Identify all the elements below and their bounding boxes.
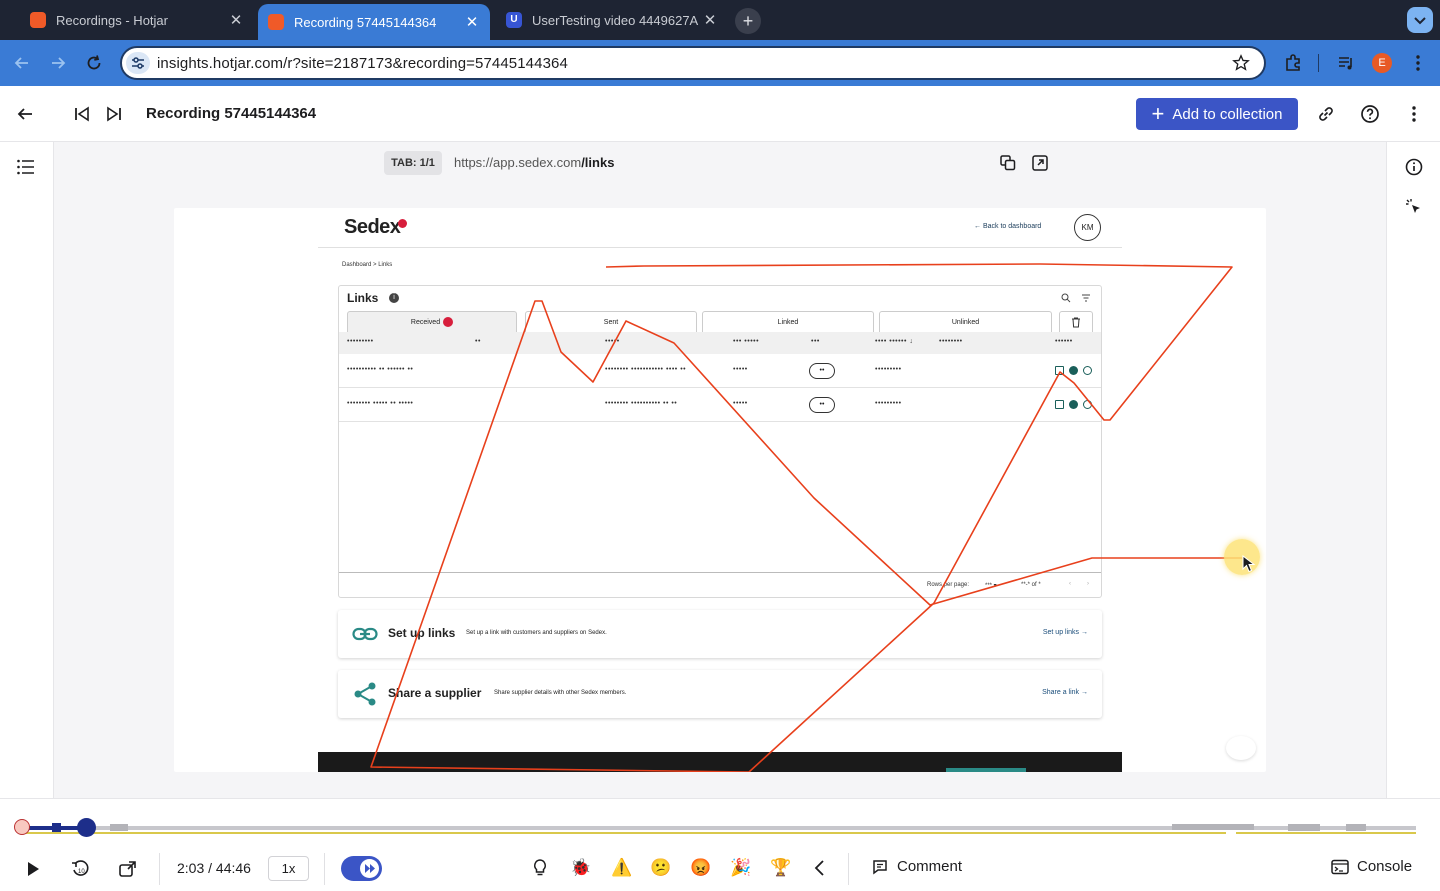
console-icon (1331, 859, 1349, 874)
right-sidebar (1386, 142, 1440, 798)
playback-time: 2:03 / 44:46 (177, 860, 251, 876)
page-title: Recording 57445144364 (146, 105, 317, 122)
recording-viewport: Sedex ← Back to dashboard KM Dashboard >… (174, 208, 1266, 772)
left-sidebar (0, 142, 54, 798)
svg-text:10: 10 (78, 869, 85, 875)
inactivity-track (1236, 832, 1416, 834)
divider (159, 853, 160, 885)
star-icon[interactable] (1232, 54, 1250, 72)
media-control-icon[interactable] (1336, 53, 1356, 73)
previous-recording-icon[interactable] (73, 106, 91, 122)
copy-icon[interactable] (999, 154, 1017, 172)
info-icon[interactable] (1405, 158, 1423, 176)
warning-icon[interactable]: ⚠️ (611, 858, 632, 878)
recorded-page-url: https://app.sedex.com/links (454, 155, 614, 170)
bug-icon[interactable]: 🐞 (570, 858, 591, 878)
event-marker[interactable] (52, 823, 61, 832)
toolbar-divider (1318, 54, 1319, 72)
tab-title: Recording 57445144364 (294, 14, 437, 30)
tab-search-button[interactable] (1407, 7, 1433, 33)
console-label: Console (1357, 858, 1413, 875)
forward-arrow-icon[interactable] (48, 53, 68, 73)
browser-tab-strip: Recordings - Hotjar ✕ Recording 57445144… (0, 0, 1440, 40)
console-button[interactable]: Console (1331, 858, 1412, 875)
add-to-collection-label: Add to collection (1172, 105, 1283, 123)
skip-inactivity-icon[interactable] (118, 859, 138, 879)
tab-title: UserTesting video 4449627A (532, 12, 699, 28)
usertesting-icon: U (506, 12, 522, 28)
url-prefix: https://app.sedex.com (454, 155, 582, 170)
skip-back-10-icon[interactable]: 10 (71, 859, 91, 879)
more-options-icon[interactable] (1404, 104, 1424, 124)
activity-segment (1346, 824, 1366, 831)
divider (324, 853, 325, 885)
comment-icon (873, 859, 887, 874)
inactivity-track (22, 832, 1226, 834)
play-icon[interactable] (24, 860, 42, 878)
lightbulb-icon[interactable] (531, 858, 549, 878)
scroll-indicator (1226, 736, 1256, 760)
url-text: insights.hotjar.com/r?site=2187173&recor… (157, 55, 568, 72)
mouse-cursor-icon (1242, 555, 1256, 573)
close-icon[interactable]: ✕ (228, 11, 244, 29)
site-settings-icon[interactable] (126, 52, 150, 74)
comment-label: Comment (897, 858, 963, 875)
recording-stage: TAB: 1/1 https://app.sedex.com/links Sed… (54, 142, 1386, 798)
kebab-menu-icon[interactable] (1408, 53, 1428, 73)
hotjar-icon (268, 14, 284, 30)
add-to-collection-button[interactable]: + Add to collection (1136, 98, 1298, 130)
url-path: /links (581, 155, 615, 170)
close-icon[interactable]: ✕ (702, 11, 718, 29)
skip-inactivity-toggle[interactable] (341, 856, 382, 881)
party-popper-icon[interactable]: 🎉 (730, 858, 751, 878)
angry-face-icon[interactable]: 😡 (690, 858, 711, 878)
browser-tab-recordings[interactable]: Recordings - Hotjar ✕ (20, 6, 254, 34)
browser-toolbar: insights.hotjar.com/r?site=2187173&recor… (0, 40, 1440, 86)
recording-tab-bar: TAB: 1/1 https://app.sedex.com/links (54, 142, 1386, 184)
tab-title: Recordings - Hotjar (56, 12, 168, 28)
open-external-icon[interactable] (1031, 154, 1049, 172)
playback-controls: 10 2:03 / 44:46 1x 🐞 ⚠️ 😕 😡 🎉 🏆 Comment … (0, 798, 1440, 891)
browser-tab-recording[interactable]: Recording 57445144364 ✕ (258, 4, 490, 40)
back-arrow-icon[interactable] (16, 105, 34, 123)
activity-segment (110, 824, 128, 831)
reload-icon[interactable] (84, 53, 104, 73)
fast-forward-icon (365, 864, 375, 873)
hotjar-icon (30, 12, 46, 28)
confused-face-icon[interactable]: 😕 (650, 858, 671, 878)
address-bar[interactable]: insights.hotjar.com/r?site=2187173&recor… (120, 46, 1266, 80)
new-tab-button[interactable]: + (735, 8, 761, 34)
trophy-icon[interactable]: 🏆 (770, 858, 791, 878)
list-icon[interactable] (16, 158, 36, 176)
browser-tab-usertesting[interactable]: U UserTesting video 4449627A ✕ (496, 6, 728, 34)
next-recording-icon[interactable] (105, 106, 123, 122)
timeline-scrubber[interactable] (77, 818, 96, 837)
divider (848, 853, 849, 885)
plus-icon: + (1151, 101, 1165, 126)
comment-button[interactable]: Comment (872, 858, 962, 875)
activity-segment (1288, 824, 1320, 831)
playback-speed-button[interactable]: 1x (268, 856, 309, 881)
back-arrow-icon[interactable] (12, 53, 32, 73)
profile-avatar[interactable]: E (1372, 53, 1392, 73)
tab-indicator: TAB: 1/1 (384, 151, 442, 175)
extensions-icon[interactable] (1283, 53, 1303, 73)
chevron-down-icon (1414, 17, 1426, 25)
recording-header: Recording 57445144364 + Add to collectio… (0, 86, 1440, 142)
session-start-marker[interactable] (14, 819, 30, 835)
toggle-knob (360, 859, 379, 878)
activity-segment (1172, 824, 1254, 830)
help-icon[interactable] (1360, 104, 1380, 124)
close-icon[interactable]: ✕ (464, 13, 480, 31)
mouse-trail (370, 263, 1242, 772)
chevron-left-icon[interactable] (812, 859, 828, 877)
link-icon[interactable] (1316, 104, 1336, 124)
click-cursor-icon[interactable] (1405, 198, 1423, 216)
